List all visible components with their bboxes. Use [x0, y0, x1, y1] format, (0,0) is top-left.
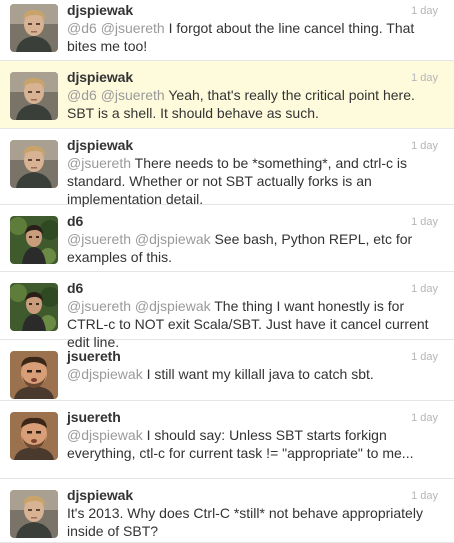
tweet[interactable]: djspiewak 1 day @d6 @jsuereth I forgot abo… — [0, 0, 454, 61]
tweet-timestamp[interactable]: 1 day — [411, 489, 438, 503]
tweet-text: @jsuereth @djspiewak See bash, Python RE… — [67, 230, 442, 266]
tweet-text: @djspiewak I should say: Unless SBT star… — [67, 426, 442, 462]
avatar-d6[interactable] — [10, 283, 58, 331]
tweet[interactable]: d6 1 day @jsuereth @djspiewak The thing I … — [0, 272, 454, 350]
tweet-text-segment: It's 2013. Why does Ctrl-C *still* not b… — [67, 505, 423, 539]
avatar-djspiewak[interactable] — [10, 4, 58, 52]
tweet-username[interactable]: d6 — [67, 213, 83, 229]
mention-link[interactable]: @djspiewak — [67, 427, 143, 443]
avatar-d6[interactable] — [10, 216, 58, 264]
mention-link[interactable]: @djspiewak — [67, 366, 143, 382]
tweet-username[interactable]: d6 — [67, 280, 83, 296]
mention-link[interactable]: @jsuereth — [67, 155, 131, 171]
tweet-text: @d6 @jsuereth I forgot about the line ca… — [67, 19, 442, 55]
mention-link[interactable]: @jsuereth — [101, 87, 165, 103]
mention-link[interactable]: @d6 — [67, 20, 97, 36]
tweet[interactable]: djspiewak 1 day @d6 @jsuereth Yeah, that's… — [0, 61, 454, 129]
avatar-djspiewak[interactable] — [10, 490, 58, 538]
tweet-timeline: djspiewak 1 day @d6 @jsuereth I forgot abo… — [0, 0, 454, 543]
tweet-text: @djspiewak I still want my killall java … — [67, 365, 442, 383]
tweet-text: It's 2013. Why does Ctrl-C *still* not b… — [67, 504, 442, 540]
tweet-username[interactable]: djspiewak — [67, 69, 133, 85]
tweet[interactable]: jsuereth 1 day @djspiewak I should say: Un… — [0, 401, 454, 479]
tweet-username[interactable]: djspiewak — [67, 2, 133, 18]
mention-link[interactable]: @djspiewak — [135, 231, 211, 247]
tweet-text-segment: I still want my killall java to catch sb… — [142, 366, 374, 382]
tweet[interactable]: djspiewak 1 day @jsuereth There needs to b… — [0, 129, 454, 208]
tweet-username[interactable]: djspiewak — [67, 487, 133, 503]
tweet-text: @d6 @jsuereth Yeah, that's really the cr… — [67, 86, 442, 122]
tweet-timestamp[interactable]: 1 day — [411, 4, 438, 18]
tweet-timestamp[interactable]: 1 day — [411, 350, 438, 364]
tweet-text: @jsuereth There needs to be *something*,… — [67, 154, 442, 208]
mention-link[interactable]: @d6 — [67, 87, 97, 103]
tweet-timestamp[interactable]: 1 day — [411, 139, 438, 153]
tweet[interactable]: d6 1 day @jsuereth @djspiewak See bash, Py… — [0, 205, 454, 272]
avatar-djspiewak[interactable] — [10, 140, 58, 188]
tweet-username[interactable]: jsuereth — [67, 409, 121, 425]
tweet-timestamp[interactable]: 1 day — [411, 71, 438, 85]
tweet-timestamp[interactable]: 1 day — [411, 215, 438, 229]
tweet[interactable]: jsuereth 1 day @djspiewak I still want my … — [0, 340, 454, 401]
tweet-username[interactable]: djspiewak — [67, 137, 133, 153]
mention-link[interactable]: @jsuereth — [67, 298, 131, 314]
tweet-username[interactable]: jsuereth — [67, 348, 121, 364]
avatar-jsuereth[interactable] — [10, 351, 58, 399]
tweet-timestamp[interactable]: 1 day — [411, 282, 438, 296]
mention-link[interactable]: @jsuereth — [67, 231, 131, 247]
avatar-djspiewak[interactable] — [10, 72, 58, 120]
mention-link[interactable]: @djspiewak — [135, 298, 211, 314]
mention-link[interactable]: @jsuereth — [101, 20, 165, 36]
tweet[interactable]: djspiewak 1 day It's 2013. Why does Ctrl-C… — [0, 479, 454, 543]
tweet-timestamp[interactable]: 1 day — [411, 411, 438, 425]
avatar-jsuereth[interactable] — [10, 412, 58, 460]
